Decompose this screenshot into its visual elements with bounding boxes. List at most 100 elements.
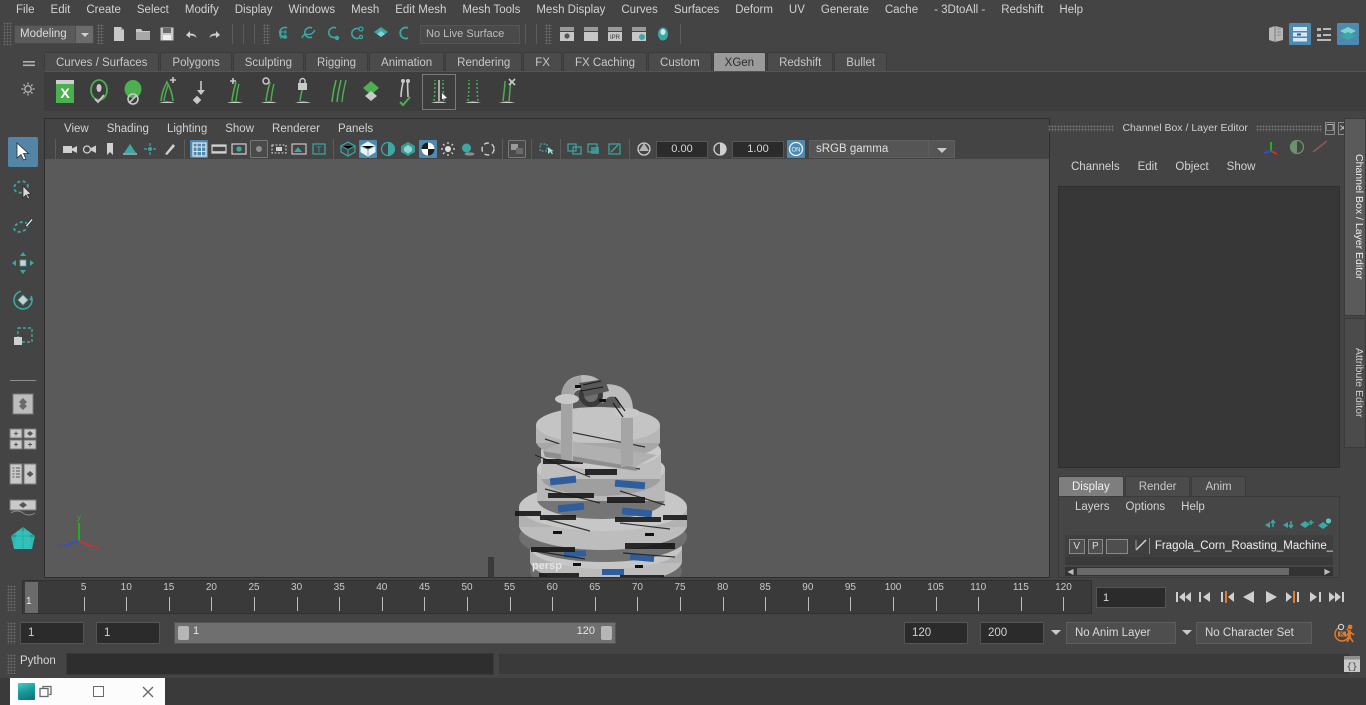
clump-modifier-icon[interactable] <box>422 73 456 110</box>
layer-playback-toggle[interactable]: P <box>1087 538 1104 554</box>
scroll-right-icon[interactable]: ▶ <box>1322 567 1333 576</box>
exposure-reset-icon[interactable] <box>606 140 624 158</box>
grease-pencil-icon[interactable] <box>161 140 179 158</box>
step-back-frame-icon[interactable] <box>1194 586 1216 608</box>
render-current-frame-icon[interactable] <box>580 23 602 45</box>
render-settings-icon[interactable] <box>628 23 650 45</box>
shaded-wireframe-icon[interactable] <box>379 140 397 158</box>
time-slider-grip[interactable] <box>7 585 16 611</box>
scale-tool-button[interactable] <box>8 322 38 352</box>
bookmark-icon[interactable] <box>101 140 119 158</box>
noise-modifier-icon[interactable] <box>490 74 524 110</box>
layer-tab-display[interactable]: Display <box>1058 476 1124 496</box>
menu-select[interactable]: Select <box>129 0 177 20</box>
hypershade-icon[interactable] <box>652 23 674 45</box>
xray-icon[interactable] <box>537 140 555 158</box>
camera-attributes-icon[interactable] <box>81 140 99 158</box>
xgen-editor-icon[interactable]: X <box>48 74 82 110</box>
layer-display-type-toggle[interactable] <box>1106 538 1128 554</box>
menu-help[interactable]: Help <box>1051 0 1091 20</box>
shelf-tab-rigging[interactable]: Rigging <box>305 52 369 72</box>
snap-to-grid-icon[interactable] <box>274 23 296 45</box>
paint-select-tool-button[interactable] <box>8 211 38 241</box>
anim-layer-field[interactable]: No Anim Layer <box>1066 622 1176 644</box>
menu-mesh[interactable]: Mesh <box>343 0 387 20</box>
color-management-field[interactable]: sRGB gamma <box>809 140 929 158</box>
layer-list-scrollbar[interactable]: ◀ ▶ <box>1065 567 1333 576</box>
save-scene-icon[interactable] <box>156 23 178 45</box>
quick-layout-single-button[interactable] <box>8 424 38 454</box>
open-scene-icon[interactable] <box>132 23 154 45</box>
table-row[interactable]: V P Fragola_Corn_Roasting_Machine_001 <box>1065 535 1333 557</box>
film-gate-icon[interactable] <box>210 140 228 158</box>
shelf-tab-custom[interactable]: Custom <box>648 52 712 72</box>
viewport-menu-lighting[interactable]: Lighting <box>158 119 216 139</box>
persp-viewport[interactable]: y x z persp <box>45 159 1049 577</box>
channel-box-list[interactable] <box>1058 186 1340 468</box>
ipr-render-icon[interactable]: IPR <box>604 23 626 45</box>
menu-edit[interactable]: Edit <box>43 0 79 20</box>
move-layer-up-icon[interactable] <box>1261 517 1279 531</box>
color-management-chevron-down-icon[interactable] <box>929 140 955 158</box>
play-backwards-icon[interactable] <box>1238 586 1260 608</box>
restore-window-icon[interactable] <box>35 678 57 705</box>
undo-icon[interactable] <box>180 23 202 45</box>
gamma-icon[interactable] <box>711 140 729 158</box>
viewport-menu-show[interactable]: Show <box>216 119 263 139</box>
status-line-grip[interactable] <box>3 22 12 46</box>
layer-name[interactable]: Fragola_Corn_Roasting_Machine_001 <box>1155 540 1333 552</box>
resolution-gate-icon[interactable] <box>230 140 248 158</box>
layer-tab-render[interactable]: Render <box>1124 476 1191 496</box>
shelf-tab-redshift[interactable]: Redshift <box>767 52 834 72</box>
lasso-select-tool-button[interactable] <box>8 174 38 204</box>
select-tool-button[interactable] <box>8 137 38 167</box>
shelf-options-gear-icon[interactable] <box>20 81 38 99</box>
shelf-tab-rendering[interactable]: Rendering <box>445 52 523 72</box>
sculpt-guides-icon[interactable] <box>388 74 422 110</box>
text-overlay-icon[interactable]: T <box>310 140 328 158</box>
half-circle-toggle-icon[interactable] <box>1288 138 1306 159</box>
channel-show-menu[interactable]: Show <box>1218 156 1265 178</box>
snap-to-point-icon[interactable] <box>322 23 344 45</box>
attribute-editor-icon[interactable] <box>1313 23 1335 45</box>
smooth-shade-all-icon[interactable] <box>359 140 377 158</box>
shelf-tabs-menu-icon[interactable] <box>20 54 38 72</box>
outliner-icon[interactable] <box>1265 23 1287 45</box>
character-set-field[interactable]: No Character Set <box>1196 622 1312 644</box>
convert-to-interactive-icon[interactable] <box>184 74 218 110</box>
layer-editor-icon[interactable] <box>1337 23 1359 45</box>
command-line-grip[interactable] <box>7 654 16 674</box>
shelf-tab-animation[interactable]: Animation <box>369 52 445 72</box>
layer-options-menu[interactable]: Options <box>1118 497 1174 517</box>
film-origin-icon[interactable] <box>270 140 288 158</box>
toolbar-grip[interactable] <box>97 24 104 44</box>
rotate-tool-button[interactable] <box>8 285 38 315</box>
two-d-pan-zoom-icon[interactable] <box>141 140 159 158</box>
grid-toggle-icon[interactable] <box>190 140 208 158</box>
channel-edit-menu[interactable]: Edit <box>1129 156 1167 178</box>
menu-mesh-tools[interactable]: Mesh Tools <box>454 0 528 20</box>
menu-deform[interactable]: Deform <box>727 0 781 20</box>
range-end-time-field[interactable] <box>904 622 968 644</box>
close-window-icon[interactable] <box>137 678 159 705</box>
menu-edit-mesh[interactable]: Edit Mesh <box>387 0 454 20</box>
layer-help-menu[interactable]: Help <box>1173 497 1213 517</box>
go-to-end-icon[interactable] <box>1326 586 1348 608</box>
layer-visibility-toggle[interactable]: V <box>1069 538 1085 554</box>
go-to-start-icon[interactable] <box>1172 586 1194 608</box>
menu-modify[interactable]: Modify <box>177 0 227 20</box>
render-view-icon[interactable] <box>556 23 578 45</box>
menu-uv[interactable]: UV <box>781 0 813 20</box>
textured-icon[interactable] <box>419 140 437 158</box>
add-groom-icon[interactable] <box>150 74 184 110</box>
move-layer-down-icon[interactable] <box>1279 517 1297 531</box>
toolbar-grip[interactable] <box>263 24 270 44</box>
range-slider[interactable]: 1 120 <box>174 622 616 644</box>
range-row-grip[interactable] <box>7 622 16 644</box>
image-plane-icon[interactable] <box>121 140 139 158</box>
anim-layer-chevron-down-icon[interactable] <box>1051 630 1061 635</box>
menu-create[interactable]: Create <box>78 0 129 20</box>
play-forwards-icon[interactable] <box>1260 586 1282 608</box>
layer-list[interactable]: V P Fragola_Corn_Roasting_Machine_001 <box>1065 535 1333 565</box>
color-management-toggle-icon[interactable]: ON <box>787 140 805 158</box>
